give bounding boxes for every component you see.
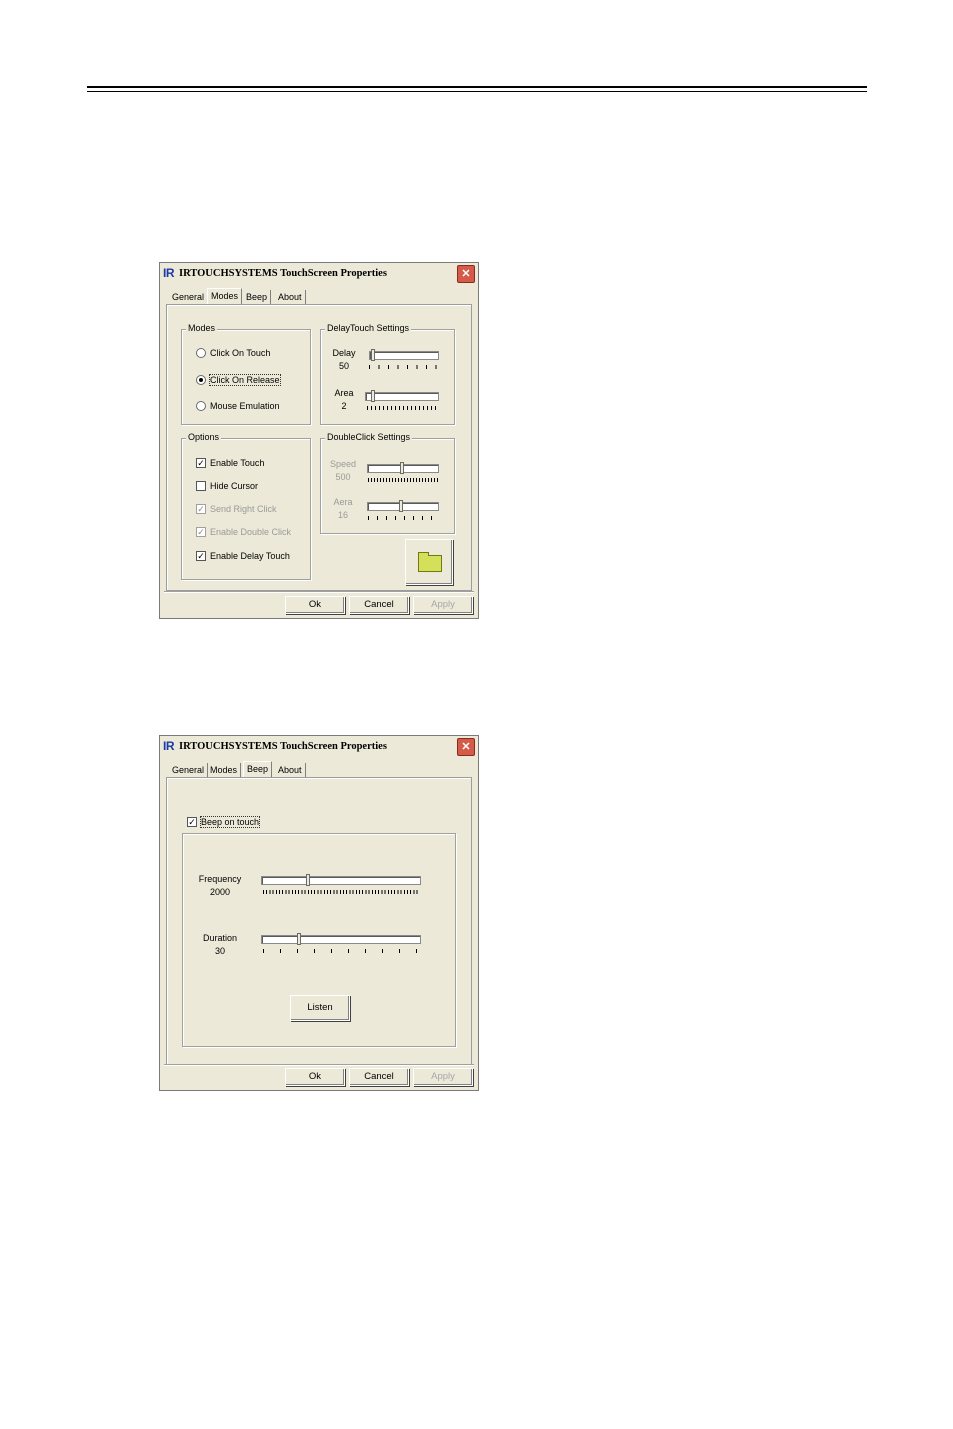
delaytouch-group: DelayTouch Settings Delay 50 Area 2 (320, 323, 455, 425)
close-icon[interactable]: ✕ (457, 738, 475, 756)
tab-panel: Modes Click On Touch Click On Release Mo… (166, 304, 472, 591)
header-rule-thin (87, 91, 867, 92)
speed-value: 500 (335, 472, 351, 482)
checkbox (196, 527, 206, 537)
tab-general[interactable]: General (169, 290, 209, 304)
checkbox[interactable] (196, 458, 206, 468)
area-slider-thumb[interactable] (371, 390, 375, 402)
folder-button[interactable] (405, 539, 453, 585)
checkbox-enable-touch[interactable]: Enable Touch (196, 458, 264, 468)
radio-click-on-release[interactable]: Click On Release (196, 374, 281, 386)
checkbox[interactable] (196, 551, 206, 561)
ok-button[interactable]: Ok (285, 596, 345, 614)
options-group: Options Enable Touch Hide Cursor Send Ri… (181, 432, 311, 580)
speed-label: Speed (329, 459, 357, 469)
duration-label: Duration (202, 933, 238, 943)
delay-slider-ticks (369, 365, 439, 369)
tab-modes[interactable]: Modes (207, 288, 243, 305)
close-icon[interactable]: ✕ (457, 265, 475, 283)
checkbox-beep-on-touch[interactable]: Beep on touch (187, 816, 261, 828)
radio-mouse-emulation[interactable]: Mouse Emulation (196, 401, 280, 411)
frequency-label: Frequency (198, 874, 242, 884)
tab-about[interactable]: About (275, 763, 306, 777)
aera-slider-track (367, 502, 439, 511)
radio-button[interactable] (196, 348, 206, 358)
tab-panel: Beep on touch Frequency 2000 Duration 30… (166, 777, 472, 1065)
title-bar[interactable]: IR IRTOUCHSYSTEMS TouchScreen Properties… (160, 736, 478, 758)
delay-slider-thumb[interactable] (371, 349, 375, 361)
area-slider-ticks (367, 406, 439, 410)
aera-label: Aera (333, 497, 353, 507)
modes-group-title: Modes (186, 323, 218, 333)
doubleclick-group-title: DoubleClick Settings (325, 432, 413, 442)
app-logo: IR (163, 739, 175, 753)
cancel-button[interactable]: Cancel (349, 1068, 409, 1086)
checkbox[interactable] (196, 481, 206, 491)
apply-button: Apply (413, 596, 473, 614)
checkbox-hide-cursor[interactable]: Hide Cursor (196, 481, 258, 491)
footer-separator (164, 1064, 474, 1065)
duration-slider-track[interactable] (261, 935, 421, 944)
doubleclick-group: DoubleClick Settings Speed 500 Aera 16 (320, 432, 455, 534)
options-group-title: Options (186, 432, 222, 442)
tab-modes[interactable]: Modes (207, 763, 242, 777)
duration-slider-thumb[interactable] (297, 933, 301, 945)
aera-value: 16 (337, 510, 348, 520)
radio-button-selected[interactable] (196, 375, 206, 385)
checkbox-send-right-click: Send Right Click (196, 504, 277, 514)
area-label: Area (334, 388, 354, 398)
delay-slider-track[interactable] (369, 351, 439, 360)
window-title: IRTOUCHSYSTEMS TouchScreen Properties (179, 741, 387, 752)
frequency-slider-ticks (263, 890, 420, 894)
listen-button[interactable]: Listen (290, 995, 350, 1021)
cancel-button[interactable]: Cancel (349, 596, 409, 614)
area-value: 2 (341, 401, 347, 411)
aera-slider-thumb (399, 500, 403, 512)
modes-group: Modes Click On Touch Click On Release Mo… (181, 323, 311, 425)
delaytouch-group-title: DelayTouch Settings (325, 323, 412, 333)
ok-button[interactable]: Ok (285, 1068, 345, 1086)
delay-value: 50 (338, 361, 349, 371)
frequency-slider-thumb[interactable] (306, 874, 310, 886)
frequency-slider-track[interactable] (261, 876, 421, 885)
speed-slider-ticks (368, 478, 438, 482)
area-slider-track[interactable] (365, 392, 439, 401)
folder-icon (418, 552, 442, 572)
radio-button[interactable] (196, 401, 206, 411)
tab-general[interactable]: General (169, 763, 209, 777)
apply-button: Apply (413, 1068, 473, 1086)
beep-settings-group: Frequency 2000 Duration 30 Listen (182, 833, 456, 1047)
header-rule-thick (87, 86, 867, 88)
aera-slider-ticks (368, 516, 438, 520)
window-title: IRTOUCHSYSTEMS TouchScreen Properties (179, 268, 387, 279)
frequency-value: 2000 (209, 887, 231, 897)
duration-value: 30 (214, 946, 225, 956)
checkbox (196, 504, 206, 514)
title-bar[interactable]: IR IRTOUCHSYSTEMS TouchScreen Properties… (160, 263, 478, 285)
checkbox-enable-delay-touch[interactable]: Enable Delay Touch (196, 551, 290, 561)
tab-beep[interactable]: Beep (243, 761, 273, 778)
checkbox-enable-double-click: Enable Double Click (196, 527, 291, 537)
duration-slider-ticks (263, 949, 420, 953)
radio-click-on-touch[interactable]: Click On Touch (196, 348, 270, 358)
footer-separator (164, 591, 474, 592)
tab-beep[interactable]: Beep (243, 290, 272, 304)
properties-dialog-beep: IR IRTOUCHSYSTEMS TouchScreen Properties… (159, 735, 479, 1091)
speed-slider-thumb (400, 462, 404, 474)
delay-label: Delay (332, 348, 356, 358)
checkbox[interactable] (187, 817, 197, 827)
tab-about[interactable]: About (275, 290, 306, 304)
app-logo: IR (163, 266, 175, 280)
properties-dialog-modes: IR IRTOUCHSYSTEMS TouchScreen Properties… (159, 262, 479, 619)
